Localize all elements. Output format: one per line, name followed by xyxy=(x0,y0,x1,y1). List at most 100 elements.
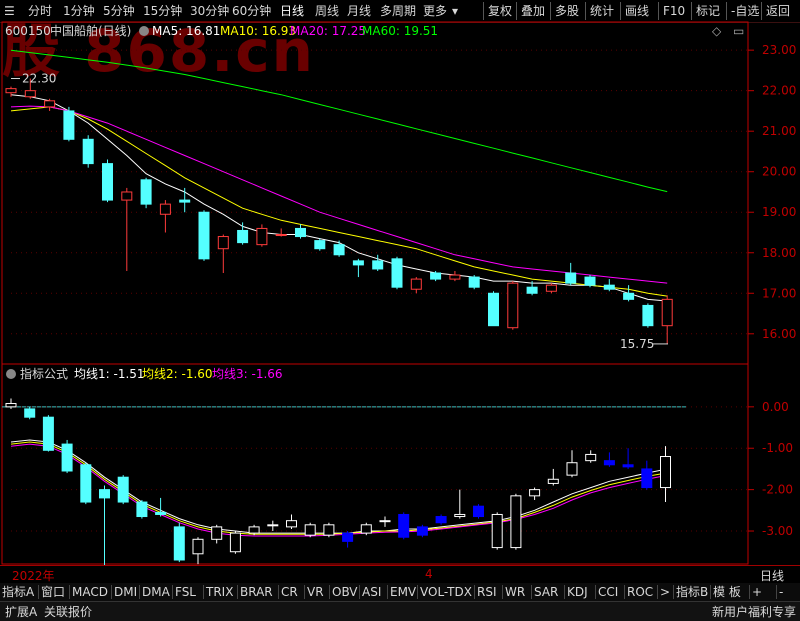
status-expand-a[interactable]: 扩展A xyxy=(5,604,37,620)
tab-separator xyxy=(776,585,777,599)
ma10-label: MA10: 16.93 xyxy=(220,24,297,38)
indicator-axis-label: -3.00 xyxy=(762,524,793,538)
tab-separator xyxy=(359,585,360,599)
indicator-candle-body xyxy=(435,516,447,524)
status-new-user-promo[interactable]: 新用户福利专享 xyxy=(712,604,796,620)
indicator-tab-0[interactable]: 指标A xyxy=(2,584,34,600)
indicator-tab-19[interactable]: ROC xyxy=(627,584,653,600)
price-candle-body xyxy=(468,276,480,288)
indicator-tab-1[interactable]: 窗口 xyxy=(41,584,65,600)
stock-code: 600150 xyxy=(5,24,51,38)
indicator-candle-body xyxy=(510,495,522,549)
tab-separator xyxy=(657,585,658,599)
indicator-line-0 xyxy=(10,439,666,534)
indicator-tab-11[interactable]: ASI xyxy=(362,584,381,600)
stock-name: 中国船舶 xyxy=(50,24,99,38)
price-candle-body xyxy=(430,272,442,280)
ma-settings-icon[interactable] xyxy=(139,26,149,36)
indicator-line1-label: 均线1: -1.51 xyxy=(74,367,145,381)
indicator-settings-icon[interactable] xyxy=(6,369,16,379)
status-bar: 扩展A 关联报价 新用户福利专享 xyxy=(0,601,800,621)
indicator-tab-3[interactable]: DMI xyxy=(114,584,137,600)
indicator-candle-body xyxy=(585,453,597,462)
indicator-tab-23[interactable]: + xyxy=(752,584,762,600)
tab-separator xyxy=(387,585,388,599)
tab-separator xyxy=(69,585,70,599)
indicator-tab-17[interactable]: KDJ xyxy=(567,584,588,600)
indicator-tab-15[interactable]: WR xyxy=(505,584,525,600)
indicator-candle-body xyxy=(547,478,559,484)
tab-separator xyxy=(139,585,140,599)
price-candle-body xyxy=(488,292,499,327)
price-line-1 xyxy=(10,106,668,297)
ma20-label: MA20: 17.25 xyxy=(290,24,367,38)
time-axis-mid: 4 xyxy=(425,567,433,581)
indicator-tab-13[interactable]: VOL-TDX xyxy=(420,584,472,600)
indicator-candle-body xyxy=(454,513,466,518)
price-candle-body xyxy=(507,282,519,329)
indicator-tab-10[interactable]: OBV xyxy=(332,584,358,600)
price-candle-body xyxy=(642,304,654,327)
price-candle-body xyxy=(584,276,596,286)
chart-canvas[interactable]: 23.00 22.00 21.00 20.00 19.00 18.00 17.00 16.00… xyxy=(0,0,800,565)
price-min-label: 15.75 xyxy=(620,337,654,351)
indicator-tab-9[interactable]: VR xyxy=(307,584,324,600)
status-related-quote[interactable]: 关联报价 xyxy=(44,604,92,620)
indicator-tab-14[interactable]: RSI xyxy=(477,584,497,600)
indicator-panel-frame xyxy=(1,363,749,565)
price-axis-label: 19.00 xyxy=(762,205,796,219)
indicator-candle-body xyxy=(99,489,110,499)
price-candle-body xyxy=(159,203,171,215)
indicator-tab-22[interactable]: 模 板 xyxy=(713,584,741,600)
indicator-line3-label: 均线3: -1.66 xyxy=(212,367,283,381)
indicator-candle-body xyxy=(473,505,484,518)
price-candle-body xyxy=(256,227,268,246)
indicator-axis-label: -1.00 xyxy=(762,441,793,455)
indicator-candle-body xyxy=(5,403,17,408)
indicator-candle-body xyxy=(267,524,279,527)
indicator-tab-7[interactable]: BRAR xyxy=(240,584,273,600)
diamond-icon[interactable]: ◇ xyxy=(712,23,721,39)
indicator-candle-body xyxy=(42,416,54,451)
price-axis-label: 16.00 xyxy=(762,327,796,341)
price-axis-label: 18.00 xyxy=(762,246,796,260)
price-candle-body xyxy=(333,244,345,256)
indicator-candle-body xyxy=(342,532,354,542)
indicator-tab-bar: 指标A 窗口 MACD DMI DMA FSL TRIX BRAR CR VR OBV ASI EMV V… xyxy=(0,583,800,601)
indicator-candle-body xyxy=(360,524,372,534)
collapse-icon[interactable]: ▭ xyxy=(733,23,744,39)
indicator-tab-2[interactable]: MACD xyxy=(72,584,108,600)
price-axis-label: 20.00 xyxy=(762,165,796,179)
indicator-tab-6[interactable]: TRIX xyxy=(206,584,233,600)
indicator-candle-body xyxy=(323,524,335,536)
indicator-candle-body xyxy=(211,526,223,540)
indicator-tab-16[interactable]: SAR xyxy=(534,584,558,600)
tab-separator xyxy=(278,585,279,599)
price-candle-body xyxy=(63,110,75,140)
indicator-candle-body xyxy=(173,526,185,561)
price-candle-body xyxy=(449,274,461,280)
tab-separator xyxy=(710,585,711,599)
indicator-tab-18[interactable]: CCI xyxy=(598,584,618,600)
indicator-tab-24[interactable]: - xyxy=(779,584,783,600)
indicator-candle-body xyxy=(229,532,241,553)
indicator-tab-5[interactable]: FSL xyxy=(175,584,196,600)
indicator-tab-8[interactable]: CR xyxy=(281,584,298,600)
indicator-candle-body xyxy=(491,513,503,549)
indicator-tab-21[interactable]: 指标B xyxy=(676,584,708,600)
price-candle-body xyxy=(198,211,210,260)
price-candle-body xyxy=(372,260,384,270)
tab-separator xyxy=(474,585,475,599)
price-candle-body xyxy=(102,163,113,201)
price-candle-body xyxy=(661,298,673,327)
price-candle-body xyxy=(5,88,17,94)
price-candle-body xyxy=(24,90,36,98)
time-axis-period[interactable]: 日线 xyxy=(760,567,784,584)
indicator-candle-body xyxy=(286,520,297,528)
indicator-axis-label: -2.00 xyxy=(762,483,793,497)
indicator-tab-12[interactable]: EMV xyxy=(390,584,416,600)
indicator-tab-20[interactable]: > xyxy=(660,584,670,600)
price-candle-body xyxy=(623,292,635,300)
indicator-candle-body xyxy=(660,456,671,489)
indicator-tab-4[interactable]: DMA xyxy=(142,584,170,600)
